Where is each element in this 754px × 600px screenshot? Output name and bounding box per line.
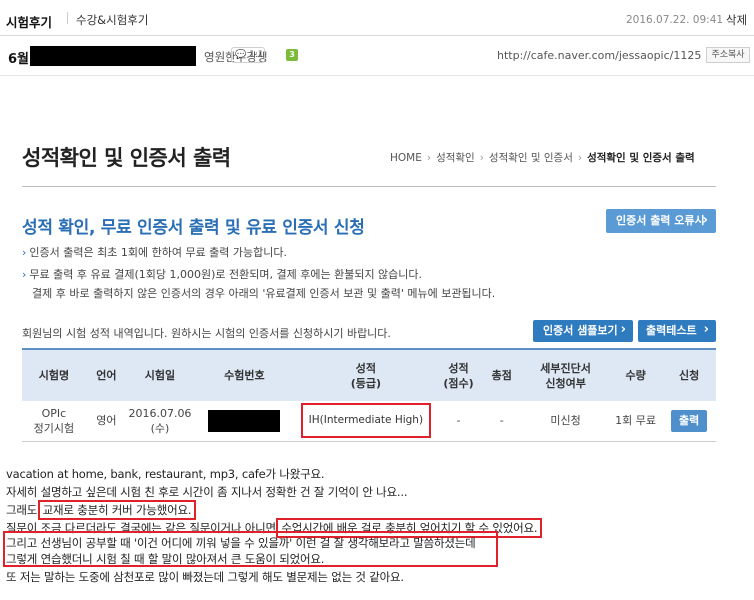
category-divider xyxy=(67,12,68,24)
info-text: 인증서 출력은 최초 1회에 한하여 무료 출력 가능합니다. xyxy=(29,246,288,259)
info-line: › 인증서 출력은 최초 1회에 한하여 무료 출력 가능합니다. xyxy=(22,244,287,260)
body-text: 또 저는 말하는 도중에 삼천포로 많이 빠졌는데 그렇게 해도 별문제는 없는… xyxy=(6,570,404,584)
subcategory-link[interactable]: 수강&시험후기 xyxy=(76,12,148,28)
chat-label: 1:1 xyxy=(249,50,264,60)
body-text: 그렇게 연습했더니 시험 칠 때 할 말이 많아져서 큰 도움이 되었어요. xyxy=(6,552,325,566)
chevron-right-icon: › xyxy=(577,152,583,164)
exam-name-cell: OPIc 정기시험 xyxy=(22,401,86,442)
section-heading: 성적 확인, 무료 인증서 출력 및 유료 인증서 신청 xyxy=(22,218,365,238)
breadcrumb-item[interactable]: 성적확인 xyxy=(436,152,475,164)
column-header: 시험명 xyxy=(22,348,86,401)
exam-number-cell xyxy=(192,401,296,442)
breadcrumb-item[interactable]: 성적확인 및 인증서 xyxy=(489,152,573,164)
bullet-arrow-icon: › xyxy=(22,268,27,281)
member-note: 회원님의 시험 성적 내역입니다. 원하시는 시험의 인증서를 신청하시기 바랍… xyxy=(22,327,391,340)
post-url[interactable]: http://cafe.naver.com/jessaopic/1125 xyxy=(497,49,701,62)
body-text: vacation at home, bank, restaurant, mp3,… xyxy=(6,467,325,481)
column-header: 수량 xyxy=(608,348,663,401)
breadcrumb-current: 성적확인 및 인증서 출력 xyxy=(587,152,695,164)
divider xyxy=(22,186,716,187)
post-date: 2016.07.22. 09:41 xyxy=(626,14,724,26)
column-header: 총점 xyxy=(481,348,523,401)
author-bar: 6월 영원한수강생 3 💬 1:1 http://cafe.naver.com/… xyxy=(0,36,754,76)
chevron-right-icon: › xyxy=(479,152,484,164)
post-header: 시험후기 수강&시험후기 2016.07.22. 09:41 삭제 xyxy=(0,0,754,36)
delete-button[interactable]: 삭제 xyxy=(726,12,747,28)
body-text: 그리고 선생님이 공부할 때 '이건 어디에 끼워 넣을 수 있을까' 이런 걸… xyxy=(6,536,476,550)
table-row: OPIc 정기시험 영어 2016.07.06 (수) IH(Intermedi… xyxy=(22,401,716,442)
print-test-button[interactable]: 출력테스트 xyxy=(638,319,716,342)
redacted-nickname xyxy=(30,46,196,66)
member-level-badge: 3 xyxy=(286,49,298,61)
column-header: 언어 xyxy=(85,348,127,401)
column-header: 수험번호 xyxy=(192,348,296,401)
copy-url-button[interactable]: 주소복사 xyxy=(706,47,750,63)
highlighted-text: 교재로 충분히 커버 가능했어요. xyxy=(37,500,197,520)
exam-date-cell: 2016.07.06 (수) xyxy=(127,401,193,442)
column-header: 성적 (점수) xyxy=(435,348,482,401)
redacted-exam-number xyxy=(208,409,281,432)
chat-button[interactable]: 💬 1:1 xyxy=(231,47,265,63)
breadcrumb-home[interactable]: HOME xyxy=(390,152,422,164)
certificate-error-button[interactable]: 인증서 출력 오류시 xyxy=(606,208,716,233)
info-text: 결제 후 바로 출력하지 않은 인증서의 경우 아래의 '유료결제 인증서 보관… xyxy=(32,287,496,300)
body-text-plain: 그래도 xyxy=(6,503,41,517)
info-line: 결제 후 바로 출력하지 않은 인증서의 경우 아래의 '유료결제 인증서 보관… xyxy=(32,285,495,301)
chevron-right-icon: › xyxy=(426,152,432,164)
column-header: 시험일 xyxy=(127,348,193,401)
embed-page-title: 성적확인 및 인증서 출력 xyxy=(22,146,231,170)
column-header: 신청 xyxy=(662,348,716,401)
bullet-arrow-icon: › xyxy=(22,246,27,259)
chat-bubble-icon: 💬 xyxy=(235,50,247,60)
body-text: 그래도 교재로 충분히 커버 가능했어요. xyxy=(6,500,197,520)
table-header-row: 시험명 언어 시험일 수험번호 성적 (등급) 성적 (점수) 총점 세부진단서… xyxy=(22,348,716,401)
score-table: 시험명 언어 시험일 수험번호 성적 (등급) 성적 (점수) 총점 세부진단서… xyxy=(22,348,716,442)
quantity-cell: 1회 무료 xyxy=(608,401,663,442)
total-cell: - xyxy=(481,401,523,442)
body-text: 자세히 설명하고 싶은데 시험 친 후로 시간이 좀 지나서 정확한 건 잘 기… xyxy=(6,485,408,499)
grade-cell: IH(Intermediate High) xyxy=(295,401,436,442)
diagnosis-cell: 미신청 xyxy=(522,401,609,442)
breadcrumb: HOME › 성적확인 › 성적확인 및 인증서 › 성적확인 및 인증서 출력 xyxy=(390,150,695,165)
print-button[interactable]: 출력 xyxy=(671,409,708,432)
apply-cell: 출력 xyxy=(662,401,716,442)
info-text: 무료 출력 후 유료 결제(1회당 1,000원)로 전환되며, 결제 후에는 … xyxy=(29,268,423,281)
category-link[interactable]: 시험후기 xyxy=(6,12,52,31)
info-line: › 무료 출력 후 유료 결제(1회당 1,000원)로 전환되며, 결제 후에는… xyxy=(22,266,422,282)
score-cell: - xyxy=(435,401,482,442)
certificate-sample-button[interactable]: 인증서 샘플보기 xyxy=(533,319,633,342)
column-header: 성적 (등급) xyxy=(295,348,436,401)
language-cell: 영어 xyxy=(85,401,127,442)
column-header: 세부진단서 신청여부 xyxy=(522,348,609,401)
author-nickname-prefix[interactable]: 6월 xyxy=(8,48,29,67)
grade-value: IH(Intermediate High) xyxy=(300,403,432,439)
